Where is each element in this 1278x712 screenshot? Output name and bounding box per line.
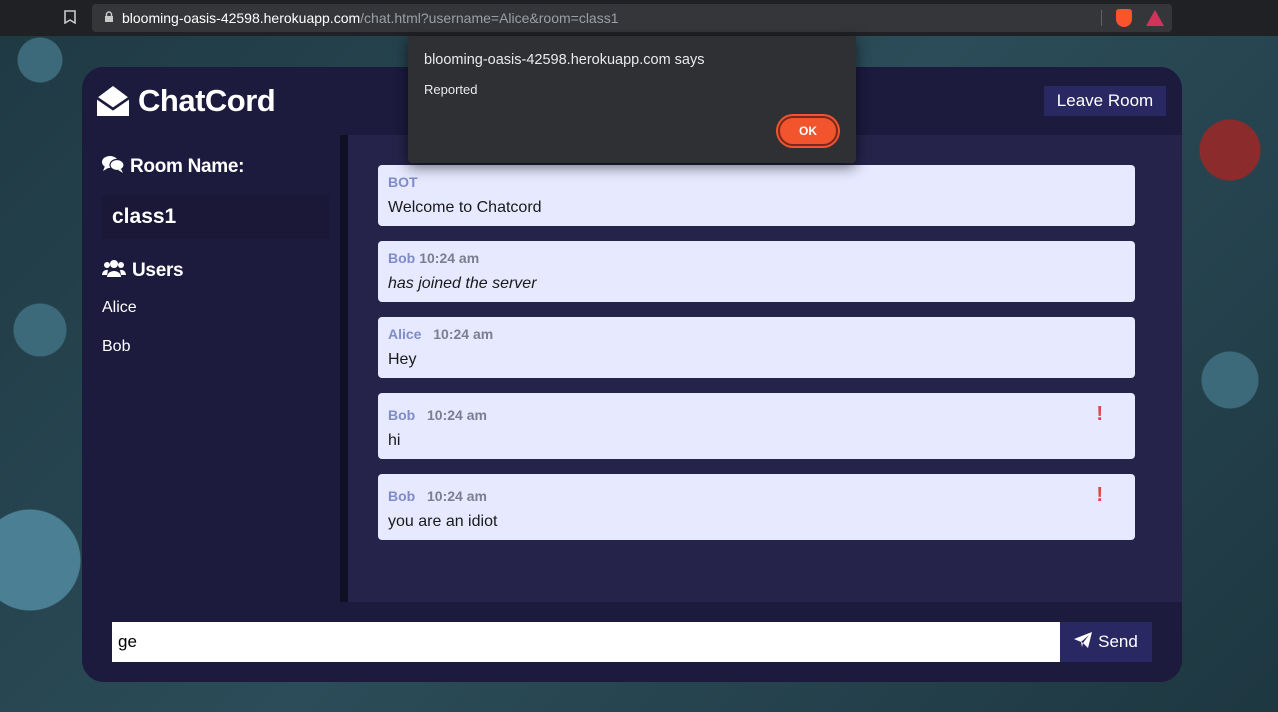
message-input[interactable] [112,622,1060,662]
message: Bob 10:24 am hi ! [378,393,1135,459]
chat-messages: BOT Welcome to Chatcord Bob 10:24 am has … [348,135,1182,602]
users-label: Users [132,260,184,281]
alert-title: blooming-oasis-42598.herokuapp.com says [424,52,705,68]
divider [1101,10,1102,26]
message-meta: Bob 10:24 am [388,250,1125,268]
report-exclamation-icon[interactable]: ! [1096,484,1103,507]
paper-plane-icon [1074,631,1093,653]
send-button[interactable]: Send [1060,622,1152,662]
users-icon [101,259,127,283]
brave-rewards-icon[interactable] [1146,10,1164,26]
sidebar: Room Name: class1 Users Alice Bob [82,135,348,602]
message-text: Welcome to Chatcord [388,199,542,216]
envelope-open-icon [96,84,130,118]
users-heading: Users [101,259,340,283]
url-domain: blooming-oasis-42598.herokuapp.com [122,10,361,26]
url-path: /chat.html?username=Alice&room=class1 [360,10,619,26]
message: Bob 10:24 am you are an idiot ! [378,474,1135,540]
report-exclamation-icon[interactable]: ! [1096,403,1103,426]
bookmark-icon[interactable] [56,9,84,27]
room-name-label: Room Name: [130,156,245,177]
message-time: 10:24 am [433,326,494,342]
message: Alice 10:24 am Hey [378,317,1135,378]
address-bar[interactable]: blooming-oasis-42598.herokuapp.com /chat… [92,4,1172,32]
browser-toolbar: blooming-oasis-42598.herokuapp.com /chat… [0,0,1278,36]
message-time: 10:24 am [419,250,480,266]
send-label: Send [1098,632,1138,651]
room-name: class1 [102,195,329,239]
message-username: Alice [388,326,422,342]
brave-shield-icon[interactable] [1116,9,1132,27]
message-username: BOT [388,174,418,190]
leave-room-button[interactable]: Leave Room [1044,86,1166,116]
message-text: has joined the server [388,275,537,292]
app-title: ChatCord [138,83,276,118]
comments-icon [102,155,125,179]
message-time: 10:24 am [427,488,487,504]
user-item: Alice [102,299,137,316]
message-time: 10:24 am [427,407,487,423]
message-username: Bob [388,488,416,504]
message-meta: BOT [388,174,1125,192]
message: Bob 10:24 am has joined the server [378,241,1135,302]
room-name-heading: Room Name: [102,155,340,179]
message-meta: Bob 10:24 am [388,407,1125,425]
chat-main: Room Name: class1 Users Alice Bob BOT We… [82,135,1182,602]
ok-button[interactable]: OK [778,116,838,146]
alert-dialog: blooming-oasis-42598.herokuapp.com says … [408,36,856,163]
lock-icon [104,10,114,26]
user-list: Alice Bob [102,297,340,375]
user-item: Bob [102,338,131,355]
message: BOT Welcome to Chatcord [378,165,1135,226]
message-text: hi [388,432,401,449]
alert-message: Reported [424,82,478,97]
message-username: Bob [388,250,416,266]
message-meta: Bob 10:24 am [388,488,1125,506]
chat-form: Send [82,602,1182,682]
message-text: you are an idiot [388,513,498,530]
message-meta: Alice 10:24 am [388,326,1125,344]
message-username: Bob [388,407,416,423]
message-text: Hey [388,351,417,368]
